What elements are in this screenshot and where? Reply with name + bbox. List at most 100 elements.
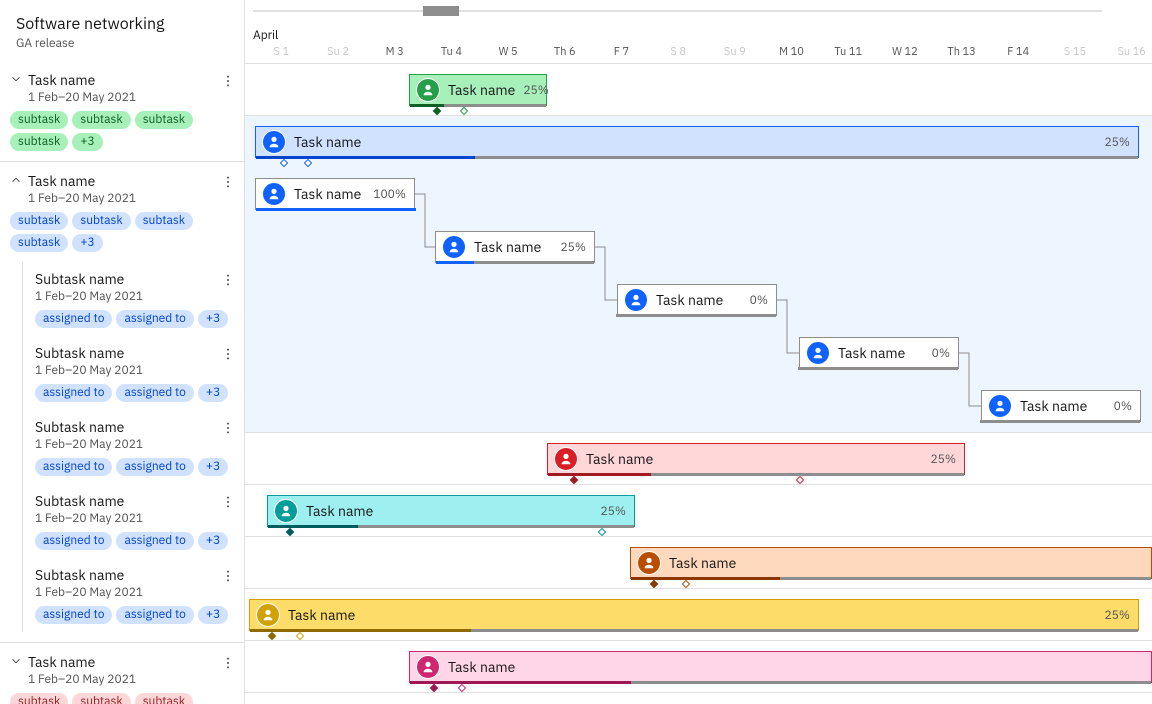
- overflow-menu-icon[interactable]: [220, 174, 236, 190]
- more-tag[interactable]: +3: [198, 606, 228, 624]
- scrubber-handle[interactable]: [423, 6, 459, 16]
- subtask-name[interactable]: Subtask name: [35, 492, 214, 510]
- bar-task-name: Task name: [1020, 397, 1106, 415]
- day-column: F 7: [593, 45, 650, 59]
- milestone-icon[interactable]: [598, 528, 606, 536]
- timeline-body: Task name25%Task name25%Task name100%Tas…: [245, 64, 1152, 693]
- assigned-tag[interactable]: assigned to: [116, 458, 193, 476]
- milestone-icon[interactable]: [433, 107, 441, 115]
- bar-task-name: Task name: [288, 606, 1096, 624]
- gantt-bar[interactable]: Task name25%: [547, 443, 965, 475]
- subtask-item: Subtask name1 Feb–20 May 2021assigned to…: [35, 410, 236, 484]
- subtask-tag[interactable]: subtask: [72, 111, 130, 129]
- milestone-icon[interactable]: [304, 159, 312, 167]
- user-avatar-icon: [416, 78, 440, 102]
- subtask-dates: 1 Feb–20 May 2021: [35, 363, 214, 378]
- subtask-tag[interactable]: subtask: [10, 693, 68, 704]
- gantt-bar[interactable]: Task name0%: [799, 337, 959, 369]
- overflow-menu-icon[interactable]: [220, 420, 236, 436]
- milestone-icon[interactable]: [430, 684, 438, 692]
- overflow-menu-icon[interactable]: [220, 73, 236, 89]
- gantt-bar[interactable]: Task name25%: [255, 126, 1139, 158]
- more-tag[interactable]: +3: [198, 458, 228, 476]
- subtask-tag[interactable]: subtask: [72, 212, 130, 230]
- bar-task-name: Task name: [656, 291, 742, 309]
- more-tag[interactable]: +3: [198, 532, 228, 550]
- subtask-tag[interactable]: subtask: [10, 111, 68, 129]
- gantt-bar[interactable]: Task name: [409, 651, 1152, 683]
- overflow-menu-icon[interactable]: [220, 272, 236, 288]
- day-column: Su 9: [707, 45, 764, 59]
- gantt-bar[interactable]: Task name: [630, 547, 1152, 579]
- gantt-bar[interactable]: Task name0%: [617, 284, 777, 316]
- timeline-row: Task name25%: [245, 64, 1152, 116]
- subtask-dates: 1 Feb–20 May 2021: [35, 511, 214, 526]
- user-avatar-icon: [262, 130, 286, 154]
- user-avatar-icon: [274, 499, 298, 523]
- assigned-tag[interactable]: assigned to: [116, 310, 193, 328]
- subtask-tag[interactable]: subtask: [135, 111, 193, 129]
- milestone-icon[interactable]: [458, 684, 466, 692]
- overflow-menu-icon[interactable]: [220, 346, 236, 362]
- subtask-tag[interactable]: subtask: [72, 693, 130, 704]
- chevron-down-icon[interactable]: [10, 73, 22, 89]
- gantt-bar[interactable]: Task name100%: [255, 178, 415, 210]
- user-avatar-icon: [554, 447, 578, 471]
- assigned-tag[interactable]: assigned to: [116, 384, 193, 402]
- gantt-bar[interactable]: Task name25%: [409, 74, 547, 106]
- chevron-up-icon[interactable]: [10, 174, 22, 190]
- assigned-tag[interactable]: assigned to: [35, 606, 112, 624]
- assigned-tag[interactable]: assigned to: [116, 606, 193, 624]
- more-tag[interactable]: +3: [198, 384, 228, 402]
- milestone-icon[interactable]: [280, 159, 288, 167]
- assigned-tag[interactable]: assigned to: [35, 458, 112, 476]
- assigned-tag[interactable]: assigned to: [35, 384, 112, 402]
- gantt-bar[interactable]: Task name25%: [249, 599, 1139, 631]
- subtask-name[interactable]: Subtask name: [35, 270, 214, 288]
- milestone-icon[interactable]: [570, 476, 578, 484]
- assigned-tag[interactable]: assigned to: [116, 532, 193, 550]
- subtask-item: Subtask name1 Feb–20 May 2021assigned to…: [35, 558, 236, 632]
- milestone-icon[interactable]: [268, 632, 276, 640]
- milestone-icon[interactable]: [650, 580, 658, 588]
- task-name[interactable]: Task name: [28, 71, 214, 89]
- bar-percentage: 25%: [930, 452, 956, 467]
- milestone-icon[interactable]: [460, 107, 468, 115]
- bar-task-name: Task name: [294, 133, 1096, 151]
- more-tag[interactable]: +3: [72, 133, 102, 151]
- overflow-menu-icon[interactable]: [220, 494, 236, 510]
- chevron-down-icon[interactable]: [10, 655, 22, 671]
- subtask-name[interactable]: Subtask name: [35, 344, 214, 362]
- overflow-menu-icon[interactable]: [220, 568, 236, 584]
- subtask-name[interactable]: Subtask name: [35, 566, 214, 584]
- timeline-scrubber[interactable]: [253, 8, 1102, 14]
- task-name[interactable]: Task name: [28, 172, 214, 190]
- milestone-icon[interactable]: [796, 476, 804, 484]
- task-dates: 1 Feb–20 May 2021: [28, 191, 214, 206]
- more-tag[interactable]: +3: [72, 234, 102, 252]
- more-tag[interactable]: +3: [198, 310, 228, 328]
- bar-task-name: Task name: [448, 81, 515, 99]
- subtask-tag[interactable]: subtask: [135, 693, 193, 704]
- bar-percentage: 25%: [560, 240, 586, 255]
- subtask-name[interactable]: Subtask name: [35, 418, 214, 436]
- gantt-bar[interactable]: Task name25%: [435, 231, 595, 263]
- assigned-tag[interactable]: assigned to: [35, 532, 112, 550]
- subtask-tag[interactable]: subtask: [10, 234, 68, 252]
- subtask-tag[interactable]: subtask: [10, 133, 68, 151]
- timeline-header: April S 1Su 2M 3Tu 4W 5Th 6F 7S 8Su 9M 1…: [245, 0, 1152, 64]
- bar-percentage: 0%: [932, 346, 950, 361]
- subtask-tag[interactable]: subtask: [135, 212, 193, 230]
- day-column: W 12: [877, 45, 934, 59]
- milestone-icon[interactable]: [682, 580, 690, 588]
- task-item: Task name1 Feb–20 May 2021subtasksubtask…: [0, 61, 244, 162]
- gantt-bar[interactable]: Task name0%: [981, 390, 1141, 422]
- task-name[interactable]: Task name: [28, 653, 214, 671]
- timeline: April S 1Su 2M 3Tu 4W 5Th 6F 7S 8Su 9M 1…: [245, 0, 1152, 704]
- overflow-menu-icon[interactable]: [220, 655, 236, 671]
- milestone-icon[interactable]: [296, 632, 304, 640]
- milestone-icon[interactable]: [286, 528, 294, 536]
- assigned-tag[interactable]: assigned to: [35, 310, 112, 328]
- subtask-tag[interactable]: subtask: [10, 212, 68, 230]
- gantt-bar[interactable]: Task name25%: [267, 495, 635, 527]
